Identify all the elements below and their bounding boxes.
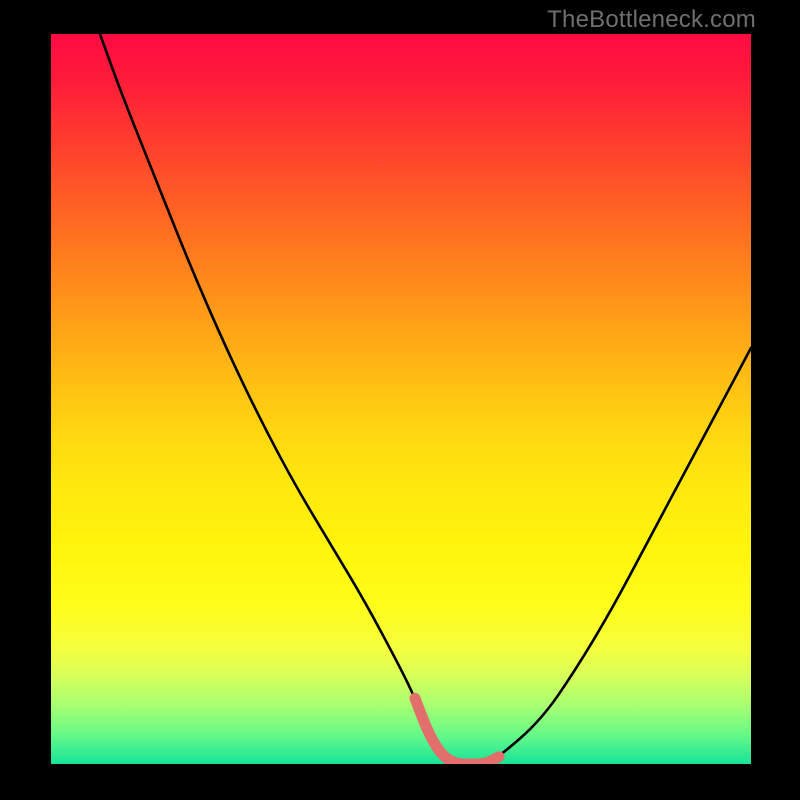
curve-svg — [51, 34, 751, 764]
plot-area — [51, 34, 751, 764]
chart-frame: TheBottleneck.com — [0, 0, 800, 800]
bottleneck-curve-highlight — [415, 698, 499, 764]
watermark-text: TheBottleneck.com — [547, 6, 756, 34]
bottleneck-curve-line — [100, 34, 751, 764]
